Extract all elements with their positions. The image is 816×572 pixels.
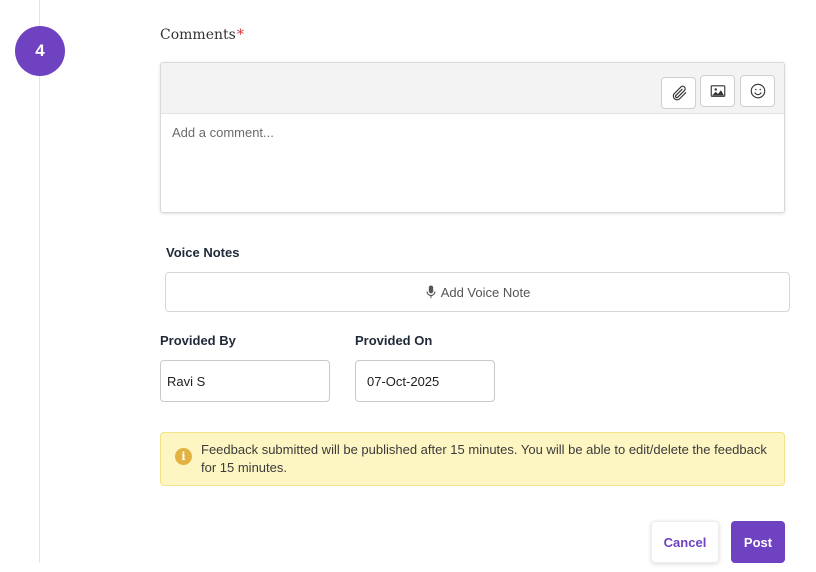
editor-toolbar: [161, 63, 784, 114]
smiley-icon: [750, 83, 765, 99]
insert-emoji-button[interactable]: [740, 75, 775, 107]
provided-by-label: Provided By: [160, 333, 236, 348]
attach-file-button[interactable]: [661, 77, 696, 109]
voice-notes-label: Voice Notes: [166, 245, 240, 260]
comment-editor: [160, 62, 785, 213]
image-icon: [710, 85, 725, 97]
microphone-icon: [426, 285, 436, 299]
provided-on-date-input[interactable]: [355, 360, 495, 402]
post-button[interactable]: Post: [731, 521, 785, 563]
comments-label-text: Comments: [160, 27, 236, 43]
comment-textarea[interactable]: [161, 115, 784, 212]
publish-delay-notice: i Feedback submitted will be published a…: [160, 432, 785, 486]
comments-label: Comments*: [160, 27, 244, 43]
notice-text: Feedback submitted will be published aft…: [201, 442, 767, 475]
info-icon: i: [175, 448, 192, 465]
insert-image-button[interactable]: [700, 75, 735, 107]
provided-by-input[interactable]: [160, 360, 330, 402]
step-number-badge: 4: [15, 26, 65, 76]
timeline-line: [39, 0, 40, 563]
add-voice-note-label: Add Voice Note: [440, 284, 531, 300]
paperclip-icon: [672, 85, 686, 101]
provided-on-label: Provided On: [355, 333, 433, 348]
add-voice-note-button[interactable]: Add Voice Note: [165, 272, 790, 312]
required-asterisk: *: [236, 27, 244, 43]
cancel-button[interactable]: Cancel: [651, 521, 719, 563]
